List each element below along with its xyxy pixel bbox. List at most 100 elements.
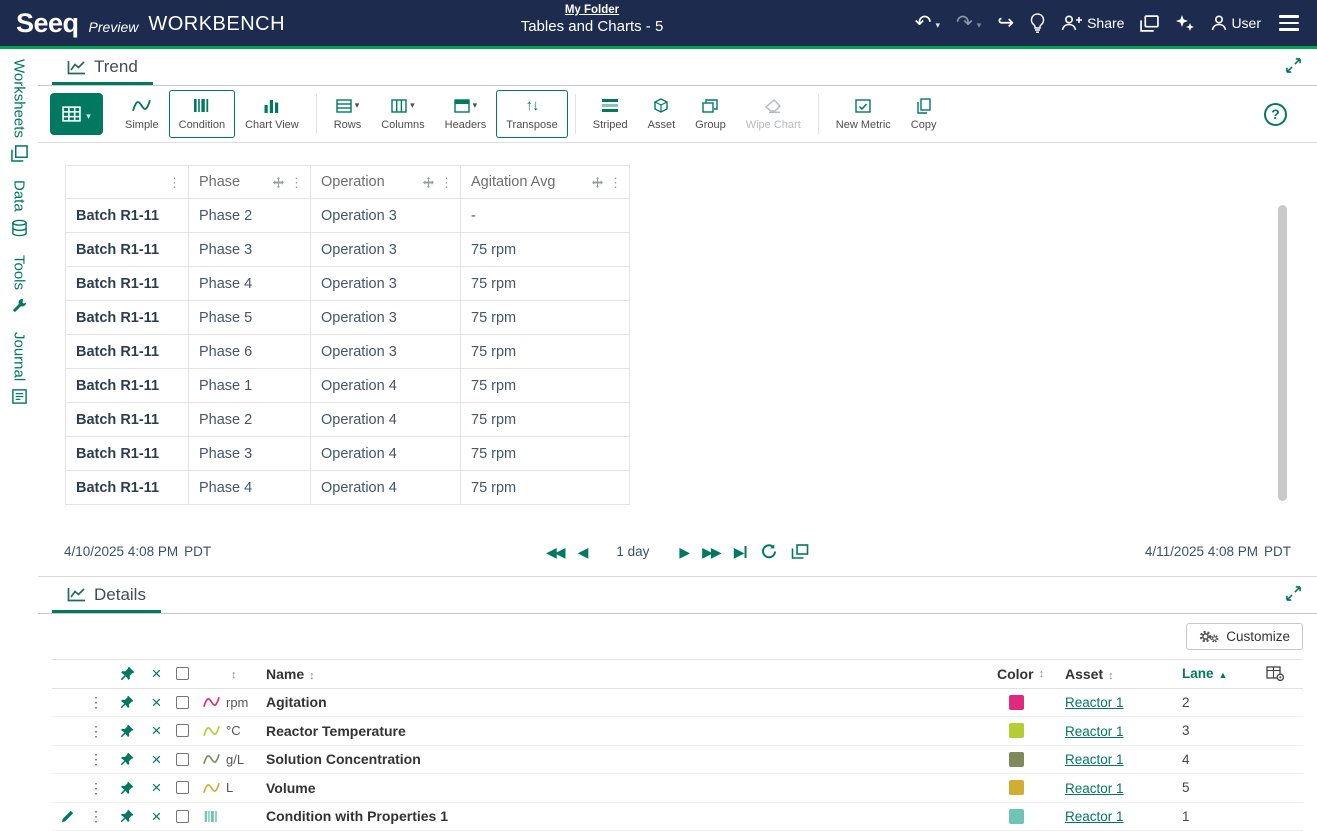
pin-icon[interactable] xyxy=(120,752,134,766)
add-column-icon[interactable] xyxy=(1266,666,1284,681)
condition-table-button[interactable]: Condition xyxy=(169,90,235,138)
user-menu-button[interactable]: User xyxy=(1211,15,1261,31)
step-back-half-button[interactable]: ◀ xyxy=(578,545,587,559)
name-column-header[interactable]: Name↕ xyxy=(266,666,997,682)
color-swatch[interactable] xyxy=(1009,780,1024,795)
tab-details[interactable]: Details xyxy=(52,578,161,613)
column-header-operation[interactable]: Operation⋮ xyxy=(311,166,461,199)
columns-button[interactable]: ▾ Columns xyxy=(371,90,434,138)
move-column-icon[interactable] xyxy=(592,177,603,188)
hamburger-menu-button[interactable] xyxy=(1277,13,1301,33)
remove-icon[interactable]: × xyxy=(152,779,162,796)
column-menu-icon[interactable]: ⋮ xyxy=(290,176,303,189)
simple-table-button[interactable]: Simple xyxy=(115,90,169,138)
duration-label[interactable]: 1 day xyxy=(616,544,649,559)
uom-label: °C xyxy=(226,723,266,738)
help-button[interactable]: ? xyxy=(1264,103,1287,126)
row-checkbox[interactable] xyxy=(176,781,189,794)
vertical-scrollbar-thumb[interactable] xyxy=(1278,205,1287,501)
pin-column-icon[interactable] xyxy=(120,666,135,681)
sidebar-item-worksheets[interactable]: Worksheets xyxy=(11,59,28,162)
move-column-icon[interactable] xyxy=(273,177,284,188)
row-checkbox[interactable] xyxy=(176,724,189,737)
color-swatch[interactable] xyxy=(1009,695,1024,710)
sort-icon[interactable]: ↕ xyxy=(231,669,237,681)
row-menu-icon[interactable]: ⋮ xyxy=(89,809,103,823)
ai-assistant-button[interactable] xyxy=(1175,14,1195,32)
table-view-button[interactable]: ▾ xyxy=(50,93,103,135)
folder-breadcrumb-link[interactable]: My Folder xyxy=(521,4,664,16)
group-button[interactable]: Group xyxy=(685,90,736,138)
step-forward-full-button[interactable]: ▶▶ xyxy=(702,545,720,559)
share-button[interactable]: Share xyxy=(1061,15,1124,31)
customize-button[interactable]: Customize xyxy=(1186,623,1303,650)
remove-icon[interactable]: × xyxy=(152,751,162,768)
color-column-header[interactable]: Color↕ xyxy=(997,666,1055,682)
edit-pencil-icon[interactable] xyxy=(61,810,74,823)
undo-button[interactable]: ↶▾ xyxy=(915,13,940,33)
redo-button[interactable]: ↷▾ xyxy=(956,13,981,33)
expand-details-icon[interactable] xyxy=(1286,586,1301,601)
pin-icon[interactable] xyxy=(120,809,134,823)
column-menu-icon[interactable]: ⋮ xyxy=(609,176,622,189)
column-header-agitation-avg[interactable]: Agitation Avg⋮ xyxy=(461,166,630,199)
sidebar-item-data[interactable]: Data xyxy=(11,180,28,237)
row-checkbox[interactable] xyxy=(176,753,189,766)
lane-column-header[interactable]: Lane▲ xyxy=(1167,666,1247,681)
suggestions-button[interactable] xyxy=(1030,13,1045,33)
expand-trend-icon[interactable] xyxy=(1286,58,1301,73)
step-back-full-button[interactable]: ◀◀ xyxy=(546,545,564,559)
row-menu-icon[interactable]: ⋮ xyxy=(89,781,103,795)
asset-link[interactable]: Reactor 1 xyxy=(1065,724,1124,739)
step-to-now-button[interactable]: ▶ xyxy=(734,545,747,559)
remove-icon[interactable]: × xyxy=(152,694,162,711)
row-checkbox[interactable] xyxy=(176,810,189,823)
remove-column-icon[interactable]: × xyxy=(152,665,162,682)
auto-update-icon[interactable] xyxy=(761,543,778,560)
rows-button[interactable]: ▾ Rows xyxy=(324,90,372,138)
range-end[interactable]: 4/11/2025 4:08 PMPDT xyxy=(1145,544,1291,559)
seeq-logo[interactable]: Seeq xyxy=(16,8,79,39)
row-menu-icon[interactable]: ⋮ xyxy=(89,752,103,766)
copy-button[interactable]: Copy xyxy=(901,90,947,138)
tab-trend[interactable]: Trend xyxy=(52,50,153,85)
remove-icon[interactable]: × xyxy=(152,808,162,825)
headers-button[interactable]: ▾ Headers xyxy=(435,90,497,138)
transpose-button[interactable]: ↑↓ Transpose xyxy=(496,90,568,138)
pin-icon[interactable] xyxy=(120,724,134,738)
asset-link[interactable]: Reactor 1 xyxy=(1065,809,1124,824)
select-all-checkbox[interactable] xyxy=(176,667,189,680)
range-start[interactable]: 4/10/2025 4:08 PMPDT xyxy=(64,544,211,559)
remove-icon[interactable]: × xyxy=(152,722,162,739)
row-menu-icon[interactable]: ⋮ xyxy=(89,695,103,709)
duplicate-worksheet-button[interactable] xyxy=(1140,15,1159,32)
pin-icon[interactable] xyxy=(120,781,134,795)
step-forward-half-button[interactable]: ▶ xyxy=(679,545,688,559)
asset-link[interactable]: Reactor 1 xyxy=(1065,781,1124,796)
copy-time-range-icon[interactable] xyxy=(792,544,809,559)
column-header-blank[interactable]: ⋮ xyxy=(66,166,189,199)
column-menu-icon[interactable]: ⋮ xyxy=(168,176,181,189)
asset-link[interactable]: Reactor 1 xyxy=(1065,752,1124,767)
color-swatch[interactable] xyxy=(1009,809,1024,824)
wipe-chart-button[interactable]: Wipe Chart xyxy=(736,90,811,138)
new-metric-button[interactable]: New Metric xyxy=(826,90,901,138)
sidebar-item-journal[interactable]: Journal xyxy=(11,332,28,405)
chart-view-button[interactable]: Chart View xyxy=(235,90,309,138)
pin-icon[interactable] xyxy=(120,695,134,709)
column-menu-icon[interactable]: ⋮ xyxy=(440,176,453,189)
forward-button[interactable]: ↪ xyxy=(997,13,1014,33)
striped-button[interactable]: Striped xyxy=(583,90,638,138)
sidebar-item-tools[interactable]: Tools xyxy=(11,255,28,314)
details-table: × ↕ Name↕ Color↕ Asset↕ Lane▲ ⋮ xyxy=(52,659,1303,831)
row-checkbox[interactable] xyxy=(176,696,189,709)
asset-link[interactable]: Reactor 1 xyxy=(1065,695,1124,710)
color-swatch[interactable] xyxy=(1009,752,1024,767)
column-header-phase[interactable]: Phase⋮ xyxy=(189,166,311,199)
move-column-icon[interactable] xyxy=(423,177,434,188)
color-swatch[interactable] xyxy=(1009,723,1024,738)
item-name: Reactor Temperature xyxy=(266,723,997,739)
asset-column-header[interactable]: Asset↕ xyxy=(1055,666,1167,682)
asset-button[interactable]: Asset xyxy=(638,90,686,138)
row-menu-icon[interactable]: ⋮ xyxy=(89,724,103,738)
